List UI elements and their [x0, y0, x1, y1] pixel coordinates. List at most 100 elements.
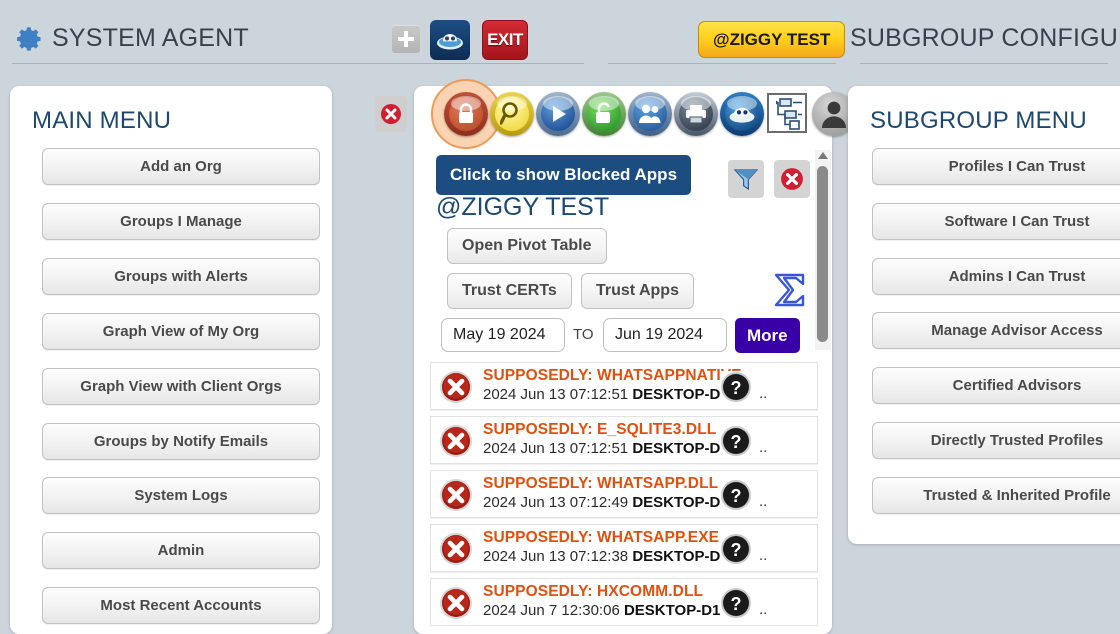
row-timestamp: 2024 Jun 13 07:12:51 — [483, 440, 629, 457]
scrollbar-thumb[interactable] — [817, 166, 828, 342]
help-question-icon: ? — [721, 588, 751, 618]
subgroup-menu-panel: SUBGROUP MENU Profiles I Can Trust Softw… — [848, 86, 1120, 544]
unlock-icon[interactable] — [582, 92, 626, 136]
users-icon[interactable] — [628, 92, 672, 136]
trust-certs-button[interactable]: Trust CERTs — [447, 273, 572, 309]
row-app-title: SUPPOSEDLY: WHATSAPPNATIVE. — [483, 367, 747, 384]
row-timestamp: 2024 Jun 7 12:30:06 — [483, 602, 620, 619]
help-question-icon[interactable]: ? — [720, 533, 752, 565]
row-truncation-dots: .. — [759, 385, 768, 402]
locked-apps-icon[interactable] — [444, 92, 488, 136]
date-range-separator: TO — [573, 326, 594, 343]
play-glyph — [553, 106, 566, 122]
sigma-icon[interactable] — [772, 272, 808, 308]
print-icon[interactable] — [674, 92, 718, 136]
header-divider — [860, 63, 1108, 64]
row-timestamp: 2024 Jun 13 07:12:51 — [483, 386, 629, 403]
sidebar-item-directly-trusted-profiles[interactable]: Directly Trusted Profiles — [872, 422, 1120, 459]
magnifier-glyph — [500, 102, 518, 125]
open-pivot-table-button[interactable]: Open Pivot Table — [447, 228, 607, 264]
play-icon[interactable] — [536, 92, 580, 136]
sidebar-item-add-an-org[interactable]: Add an Org — [42, 148, 320, 185]
help-question-icon[interactable]: ? — [720, 425, 752, 457]
sidebar-item-system-logs[interactable]: System Logs — [42, 477, 320, 514]
lock-closed-icon — [459, 103, 473, 123]
app-header: SYSTEM AGENT EXIT @ZIGGY TEST SUBGROUP C… — [0, 0, 1120, 78]
sidebar-item-groups-by-notify-emails[interactable]: Groups by Notify Emails — [42, 423, 320, 460]
page-title-subgroup-configuration: SUBGROUP CONFIGURATIO — [850, 24, 1120, 52]
error-x-icon — [439, 532, 473, 566]
row-app-title: SUPPOSEDLY: HXCOMM.DLL — [483, 583, 704, 600]
error-x-icon — [440, 425, 472, 457]
search-icon[interactable] — [490, 92, 534, 136]
filter-funnel-icon — [733, 169, 759, 191]
sidebar-item-certified-advisors[interactable]: Certified Advisors — [872, 367, 1120, 404]
table-row[interactable]: SUPPOSEDLY: WHATSAPPNATIVE. 2024 Jun 13 0… — [430, 362, 818, 410]
row-truncation-dots: .. — [759, 493, 768, 510]
blocked-apps-list[interactable]: SUPPOSEDLY: WHATSAPPNATIVE. 2024 Jun 13 0… — [430, 362, 818, 626]
lock-open-glyph — [596, 102, 610, 123]
row-app-title: SUPPOSEDLY: WHATSAPP.EXE — [483, 529, 720, 546]
error-x-icon — [439, 424, 473, 458]
error-x-icon — [439, 370, 473, 404]
sidebar-item-graph-view-my-org[interactable]: Graph View of My Org — [42, 313, 320, 350]
sidebar-item-software-i-can-trust[interactable]: Software I Can Trust — [872, 203, 1120, 240]
svg-text:?: ? — [731, 540, 742, 560]
sidebar-item-groups-i-manage[interactable]: Groups I Manage — [42, 203, 320, 240]
sidebar-item-trusted-inherited-profiles[interactable]: Trusted & Inherited Profile — [872, 477, 1120, 514]
sidebar-item-profiles-i-can-trust[interactable]: Profiles I Can Trust — [872, 148, 1120, 185]
svg-text:?: ? — [731, 486, 742, 506]
error-x-icon — [439, 586, 473, 620]
table-row[interactable]: SUPPOSEDLY: E_SQLITE3.DLL 2024 Jun 13 07:… — [430, 416, 818, 464]
close-icon — [381, 104, 401, 124]
row-app-title: SUPPOSEDLY: E_SQLITE3.DLL — [483, 421, 717, 438]
cloud-icon[interactable] — [720, 92, 764, 136]
help-question-icon: ? — [721, 372, 751, 402]
blocked-apps-toolbar — [424, 79, 856, 149]
close-icon — [781, 168, 803, 190]
help-question-icon[interactable]: ? — [720, 587, 752, 619]
cloud-icon — [437, 34, 463, 50]
date-from-input[interactable]: May 19 2024 — [441, 318, 565, 352]
error-x-icon — [440, 587, 472, 619]
scroll-up-arrow-icon[interactable] — [818, 152, 828, 159]
help-question-icon: ? — [721, 480, 751, 510]
date-to-input[interactable]: Jun 19 2024 — [603, 318, 727, 352]
help-question-icon[interactable]: ? — [720, 479, 752, 511]
show-blocked-apps-banner[interactable]: Click to show Blocked Apps — [436, 155, 692, 195]
error-x-icon — [440, 533, 472, 565]
main-menu-panel: MAIN MENU Add an Org Groups I Manage Gro… — [10, 86, 332, 634]
svg-text:?: ? — [731, 594, 742, 614]
sidebar-item-groups-with-alerts[interactable]: Groups with Alerts — [42, 258, 320, 295]
table-row[interactable]: SUPPOSEDLY: WHATSAPP.EXE 2024 Jun 13 07:1… — [430, 524, 818, 572]
close-panel-button[interactable] — [375, 96, 407, 132]
cloud-logo-button[interactable] — [430, 20, 470, 60]
printer-glyph — [686, 105, 706, 124]
group-name-label: @ZIGGY TEST — [436, 193, 610, 221]
trust-apps-button[interactable]: Trust Apps — [581, 273, 694, 309]
users-glyph — [639, 104, 661, 123]
sidebar-item-graph-view-client-orgs[interactable]: Graph View with Client Orgs — [42, 368, 320, 405]
page-title-system-agent: SYSTEM AGENT — [52, 24, 249, 52]
error-x-icon — [439, 478, 473, 512]
help-question-icon[interactable]: ? — [720, 371, 752, 403]
add-button[interactable] — [392, 25, 420, 53]
row-timestamp: 2024 Jun 13 07:12:38 — [483, 548, 629, 565]
error-x-icon — [440, 479, 472, 511]
row-truncation-dots: .. — [759, 601, 768, 618]
exit-button[interactable]: EXIT — [482, 20, 528, 60]
close-list-button[interactable] — [774, 160, 810, 198]
svg-text:?: ? — [731, 378, 742, 398]
row-truncation-dots: .. — [759, 439, 768, 456]
sidebar-item-admin[interactable]: Admin — [42, 532, 320, 569]
more-button[interactable]: More — [735, 318, 800, 353]
sidebar-item-admins-i-can-trust[interactable]: Admins I Can Trust — [872, 258, 1120, 295]
org-chart-icon[interactable] — [766, 92, 810, 136]
help-question-icon: ? — [721, 426, 751, 456]
sidebar-item-manage-advisor-access[interactable]: Manage Advisor Access — [872, 312, 1120, 349]
table-row[interactable]: SUPPOSEDLY: WHATSAPP.DLL 2024 Jun 13 07:1… — [430, 470, 818, 518]
table-row[interactable]: SUPPOSEDLY: HXCOMM.DLL 2024 Jun 7 12:30:0… — [430, 578, 818, 626]
sidebar-item-most-recent-accounts[interactable]: Most Recent Accounts — [42, 587, 320, 624]
status-badge-ziggy-test[interactable]: @ZIGGY TEST — [698, 21, 846, 58]
filter-funnel-button[interactable] — [728, 160, 764, 198]
